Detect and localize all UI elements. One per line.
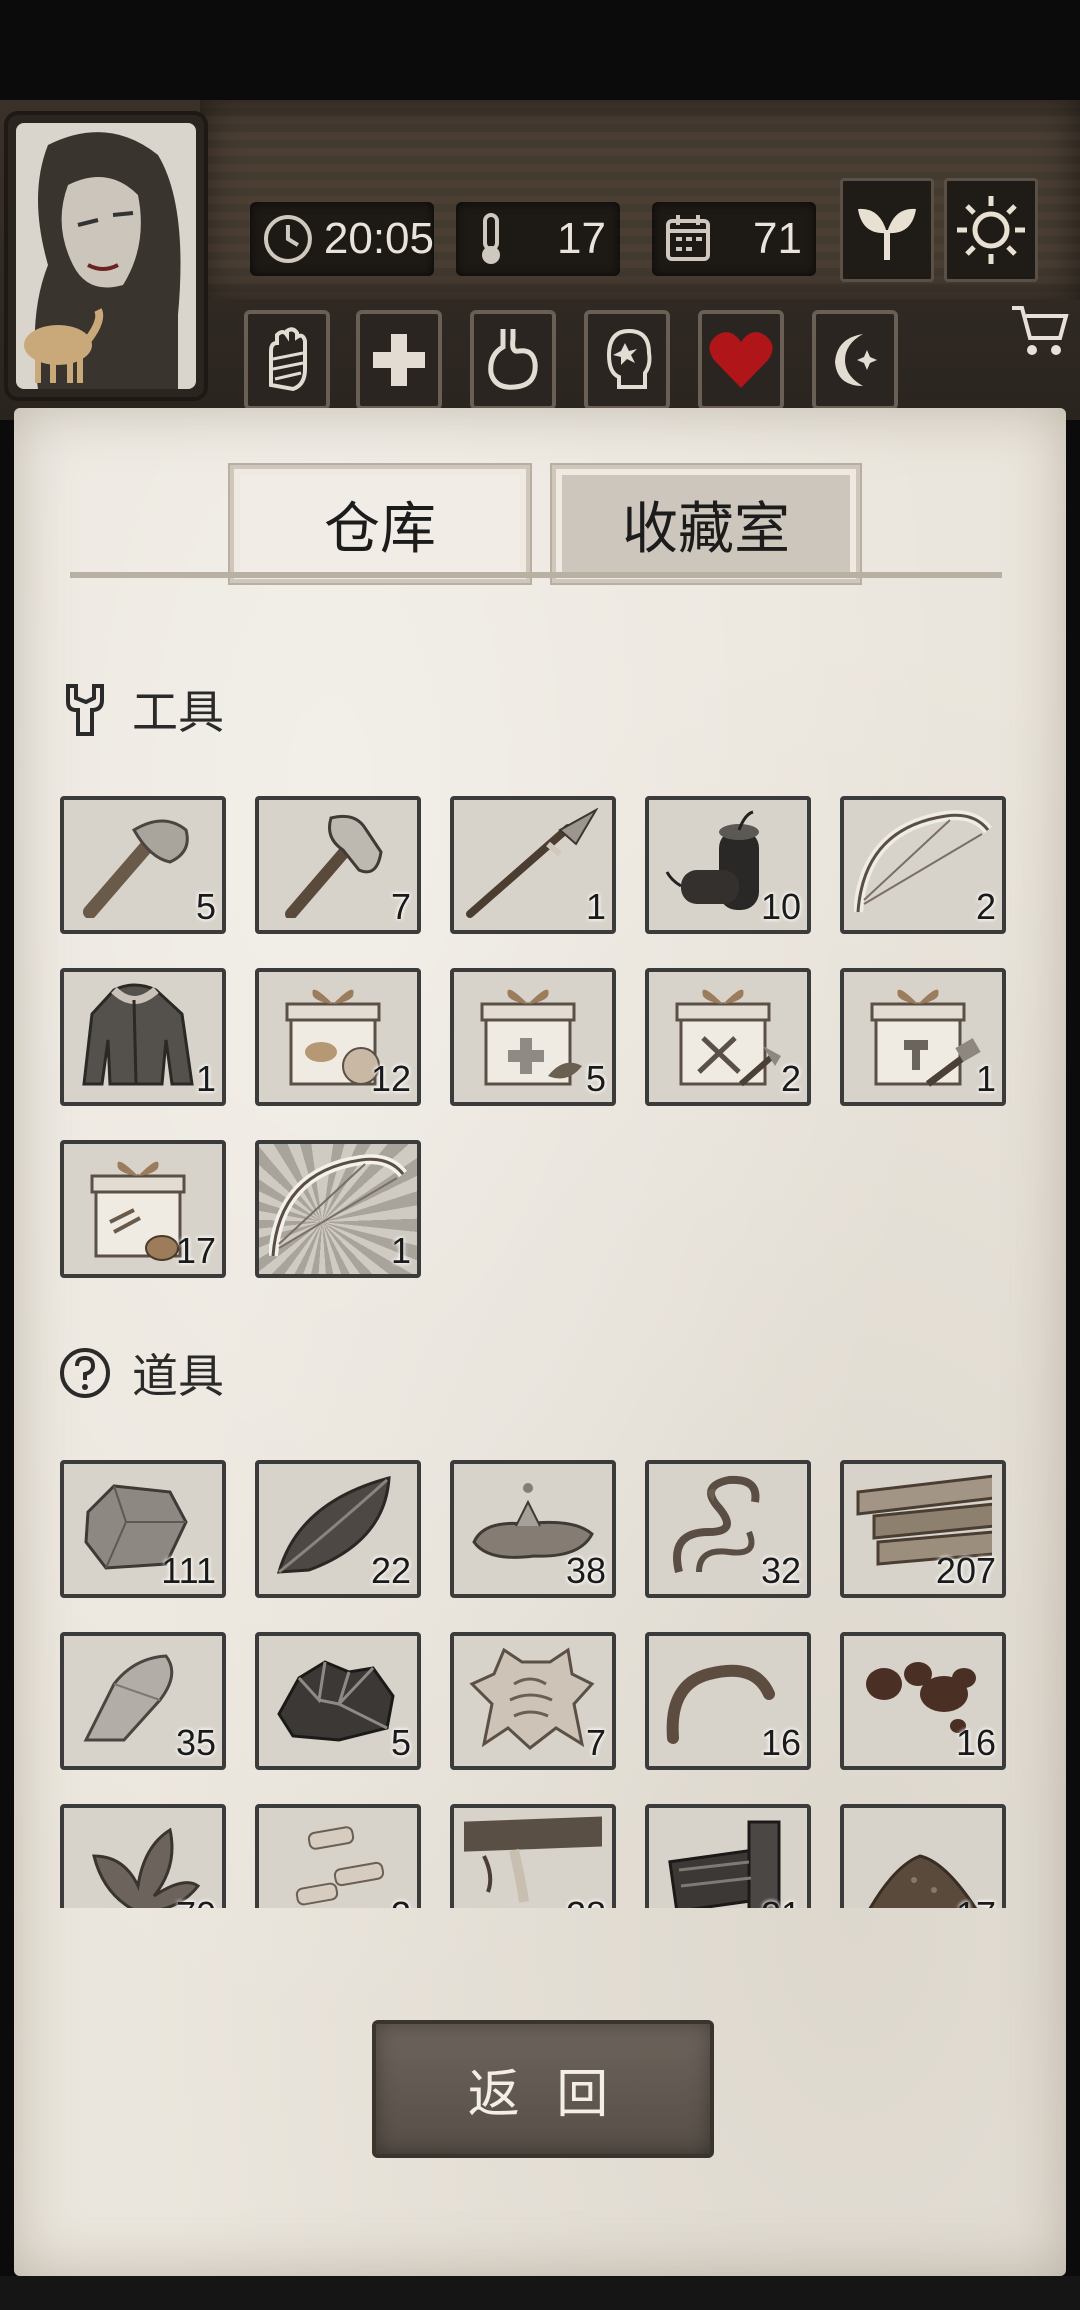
tools-section-title: 工具 [132,685,224,739]
wrench-icon [66,684,104,736]
inventory-slot[interactable]: 10 [645,796,811,934]
slot-count: 2 [780,1058,801,1099]
slot-count: 5 [195,886,216,927]
fur-coat-icon [82,983,194,1086]
iron-axe-icon [285,814,383,918]
slot-count: 207 [935,1550,996,1591]
inventory-slot[interactable]: 3 [255,1804,421,1908]
slot-count: 28 [566,1894,606,1908]
slot-count: 1 [195,1058,216,1099]
inventory-slot[interactable]: 22 [255,1460,421,1598]
bark-strips-icon [295,1826,385,1906]
tools-gift-box-icon [675,989,781,1087]
inventory-slot[interactable]: 1 [60,968,226,1106]
inventory-scroll-area[interactable]: 工具 5 7 1 10 2 1 12 5 2 1 17 1 道具 111 22 … [0,0,1080,1908]
slot-count: 5 [585,1058,606,1099]
slot-count: 5 [390,1722,411,1763]
bow-icon [854,810,992,913]
slot-count: 16 [760,1722,801,1763]
slot-count: 32 [760,1550,801,1591]
tools-section-header: 工具 [58,676,224,742]
slot-count: 7 [390,886,411,927]
ore-icon [277,1660,395,1742]
inventory-slot[interactable]: 1 [255,1140,421,1278]
slot-count: 17 [175,1230,216,1271]
back-button[interactable]: 返 回 [372,2020,714,2158]
inventory-slot[interactable]: 28 [450,1804,616,1908]
slot-count: 1 [975,1058,996,1099]
slot-count: 38 [565,1550,606,1591]
slot-count: 70 [176,1894,216,1908]
inventory-slot[interactable]: 17 [60,1140,226,1278]
inventory-slot[interactable]: 5 [450,968,616,1106]
inventory-slot[interactable]: 16 [645,1632,811,1770]
inventory-slot[interactable]: 35 [60,1632,226,1770]
inventory-slot[interactable]: 21 [645,1804,811,1908]
props-section-header: 道具 [58,1340,224,1406]
inventory-slot[interactable]: 111 [60,1460,226,1598]
question-circle-icon [60,1348,110,1398]
slot-count: 10 [760,886,801,927]
inventory-slot[interactable]: 16 [840,1632,1006,1770]
slot-count: 7 [585,1722,606,1763]
inventory-slot[interactable]: 5 [255,1632,421,1770]
inventory-slot[interactable]: 17 [840,1804,1006,1908]
inventory-slot[interactable]: 207 [840,1460,1006,1598]
inventory-slot[interactable]: 38 [450,1460,616,1598]
slot-count: 17 [956,1894,996,1908]
hammer-gift-box-icon [870,989,981,1087]
inventory-slot[interactable]: 2 [840,796,1006,934]
back-button-label: 返 回 [467,2064,619,2125]
slot-count: 16 [955,1722,996,1763]
slot-count: 12 [370,1058,411,1099]
inventory-slot[interactable]: 1 [840,968,1006,1106]
inventory-slot[interactable]: 7 [255,796,421,934]
slot-count: 1 [585,886,606,927]
inventory-slot[interactable]: 7 [450,1632,616,1770]
inventory-slot[interactable]: 70 [60,1804,226,1908]
inventory-slot[interactable]: 2 [645,968,811,1106]
inventory-slot[interactable]: 32 [645,1460,811,1598]
rare-bow-icon [269,1154,407,1257]
slot-count: 22 [370,1550,411,1591]
stone-axe-icon [83,819,189,918]
slot-count: 2 [975,886,996,927]
slot-count: 111 [161,1550,216,1591]
inventory-slot[interactable]: 1 [450,796,616,934]
bottom-edge [0,2276,1080,2310]
slot-count: 35 [175,1722,216,1763]
props-section-title: 道具 [132,1349,224,1403]
inventory-slot[interactable]: 12 [255,968,421,1106]
slot-count: 3 [391,1894,411,1908]
spear-icon [466,808,599,918]
animal-hide-icon [469,1647,595,1750]
medical-gift-box-icon [480,989,582,1086]
slot-count: 21 [761,1894,801,1908]
inventory-slot[interactable]: 5 [60,796,226,934]
slot-count: 1 [390,1230,411,1271]
